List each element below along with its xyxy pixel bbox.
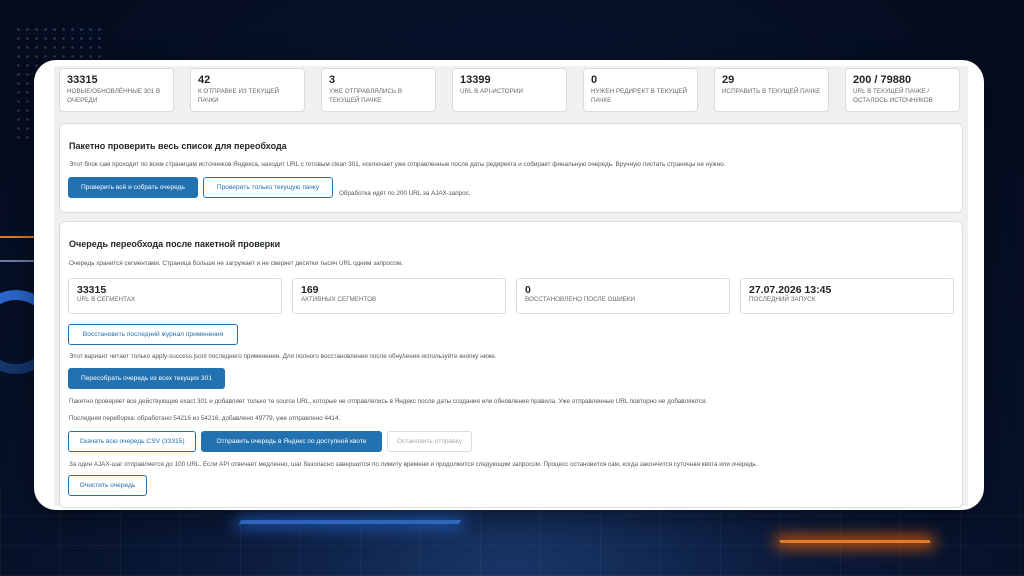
recrawl-queue-panel: Очередь переобхода после пакетной провер… <box>59 221 963 508</box>
stat-value: 33315 <box>67 74 98 86</box>
stat-value: 42 <box>198 74 211 86</box>
stat-label: ПОСЛЕДНИЙ ЗАПУСК <box>749 296 816 303</box>
check-all-button[interactable]: Проверить всё и собрать очередь <box>68 177 198 198</box>
stat-value: 0 <box>591 74 598 86</box>
background-blue-glow <box>238 520 462 524</box>
stat-label: К ОТПРАВКЕ ИЗ ТЕКУЩЕЙ ПАЧКИ <box>198 88 279 104</box>
restore-note: Этот вариант читает только apply-success… <box>69 353 497 360</box>
stat-label: УЖЕ ОТПРАВЛЯЛИСЬ В ТЕКУЩЕЙ ПАЧКЕ <box>329 88 403 104</box>
app-window: 33315 НОВЫЕ/ОБНОВЛЁННЫЕ 301 В ОЧЕРЕДИ 42… <box>34 60 984 510</box>
stat-label: URL В СЕГМЕНТАХ <box>77 296 136 303</box>
panel-description: Этот блок сам проходит по всем страницам… <box>69 161 726 168</box>
stat-value: 169 <box>301 284 319 296</box>
panel-title: Очередь переобхода после пакетной провер… <box>69 239 281 249</box>
stat-card: 200 / 79880 URL В ТЕКУЩЕЙ ПАЧКЕ / ОСТАЛО… <box>845 68 960 112</box>
stat-card: 29 ИСПРАВИТЬ В ТЕКУЩЕЙ ПАЧКЕ <box>714 68 829 112</box>
stat-value: 33315 <box>77 284 107 296</box>
batch-note: Обработка идёт по 200 URL за AJAX-запрос… <box>339 190 471 197</box>
stat-label: НУЖЕН РЕДИРЕКТ В ТЕКУЩЕЙ ПАЧКЕ <box>591 88 688 104</box>
stat-label: URL В ТЕКУЩЕЙ ПАЧКЕ / ОСТАЛОСЬ ИСТОЧНИКО… <box>853 88 933 104</box>
send-to-yandex-button[interactable]: Отправить очередь в Яндекс по доступной … <box>201 431 382 452</box>
ajax-note: За один AJAX-шаг отправляется до 100 URL… <box>69 461 758 468</box>
stat-value: 27.07.2026 13:45 <box>749 284 832 296</box>
clear-queue-button[interactable]: Очистить очередь <box>68 475 147 496</box>
stat-label: НОВЫЕ/ОБНОВЛЁННЫЕ 301 В ОЧЕРЕДИ <box>67 88 161 104</box>
stat-value: 200 / 79880 <box>853 74 912 86</box>
stat-card: 13399 URL В API-ИСТОРИИ <box>452 68 567 112</box>
rebuild-note: Пакетно проверяет все действующие exact … <box>69 398 708 405</box>
queue-stat-card: 169 АКТИВНЫХ СЕГМЕНТОВ <box>292 278 506 314</box>
batch-check-panel: Пакетно проверить весь список для переоб… <box>59 123 963 213</box>
check-current-batch-button[interactable]: Проверить только текущую пачку <box>203 177 333 198</box>
stat-value: 3 <box>329 74 336 86</box>
queue-stat-card: 33315 URL В СЕГМЕНТАХ <box>68 278 282 314</box>
stat-card: 42 К ОТПРАВКЕ ИЗ ТЕКУЩЕЙ ПАЧКИ <box>190 68 305 112</box>
background-accent-line <box>0 260 38 262</box>
panel-description: Очередь хранится сегментами. Страница бо… <box>69 260 403 267</box>
stat-label: ВОССТАНОВЛЕНО ПОСЛЕ ОШИБКИ <box>525 296 636 303</box>
stat-card: 0 НУЖЕН РЕДИРЕКТ В ТЕКУЩЕЙ ПАЧКЕ <box>583 68 698 112</box>
stat-label: ИСПРАВИТЬ В ТЕКУЩЕЙ ПАЧКЕ <box>722 88 821 95</box>
queue-stat-card: 27.07.2026 13:45 ПОСЛЕДНИЙ ЗАПУСК <box>740 278 954 314</box>
background-orange-glow <box>779 540 931 543</box>
stat-value: 0 <box>525 284 531 296</box>
stat-value: 13399 <box>460 74 491 86</box>
stat-value: 29 <box>722 74 735 86</box>
stop-sending-button[interactable]: Остановить отправку <box>387 431 472 452</box>
panel-title: Пакетно проверить весь список для переоб… <box>69 141 287 151</box>
stat-card: 3 УЖЕ ОТПРАВЛЯЛИСЬ В ТЕКУЩЕЙ ПАЧКЕ <box>321 68 436 112</box>
last-rebuild-status: Последняя переборка: обработано 54216 из… <box>69 415 341 422</box>
stats-row: 33315 НОВЫЕ/ОБНОВЛЁННЫЕ 301 В ОЧЕРЕДИ 42… <box>59 68 963 112</box>
stat-label: URL В API-ИСТОРИИ <box>460 88 523 95</box>
queue-stat-card: 0 ВОССТАНОВЛЕНО ПОСЛЕ ОШИБКИ <box>516 278 730 314</box>
admin-content: 33315 НОВЫЕ/ОБНОВЛЁННЫЕ 301 В ОЧЕРЕДИ 42… <box>54 66 968 508</box>
stat-card: 33315 НОВЫЕ/ОБНОВЛЁННЫЕ 301 В ОЧЕРЕДИ <box>59 68 174 112</box>
download-csv-button[interactable]: Скачать всю очередь CSV (33315) <box>68 431 196 452</box>
stat-label: АКТИВНЫХ СЕГМЕНТОВ <box>301 296 377 303</box>
restore-log-button[interactable]: Восстановить последний журнал применения <box>68 324 238 345</box>
rebuild-queue-button[interactable]: Пересобрать очередь из всех текущих 301 <box>68 368 225 389</box>
